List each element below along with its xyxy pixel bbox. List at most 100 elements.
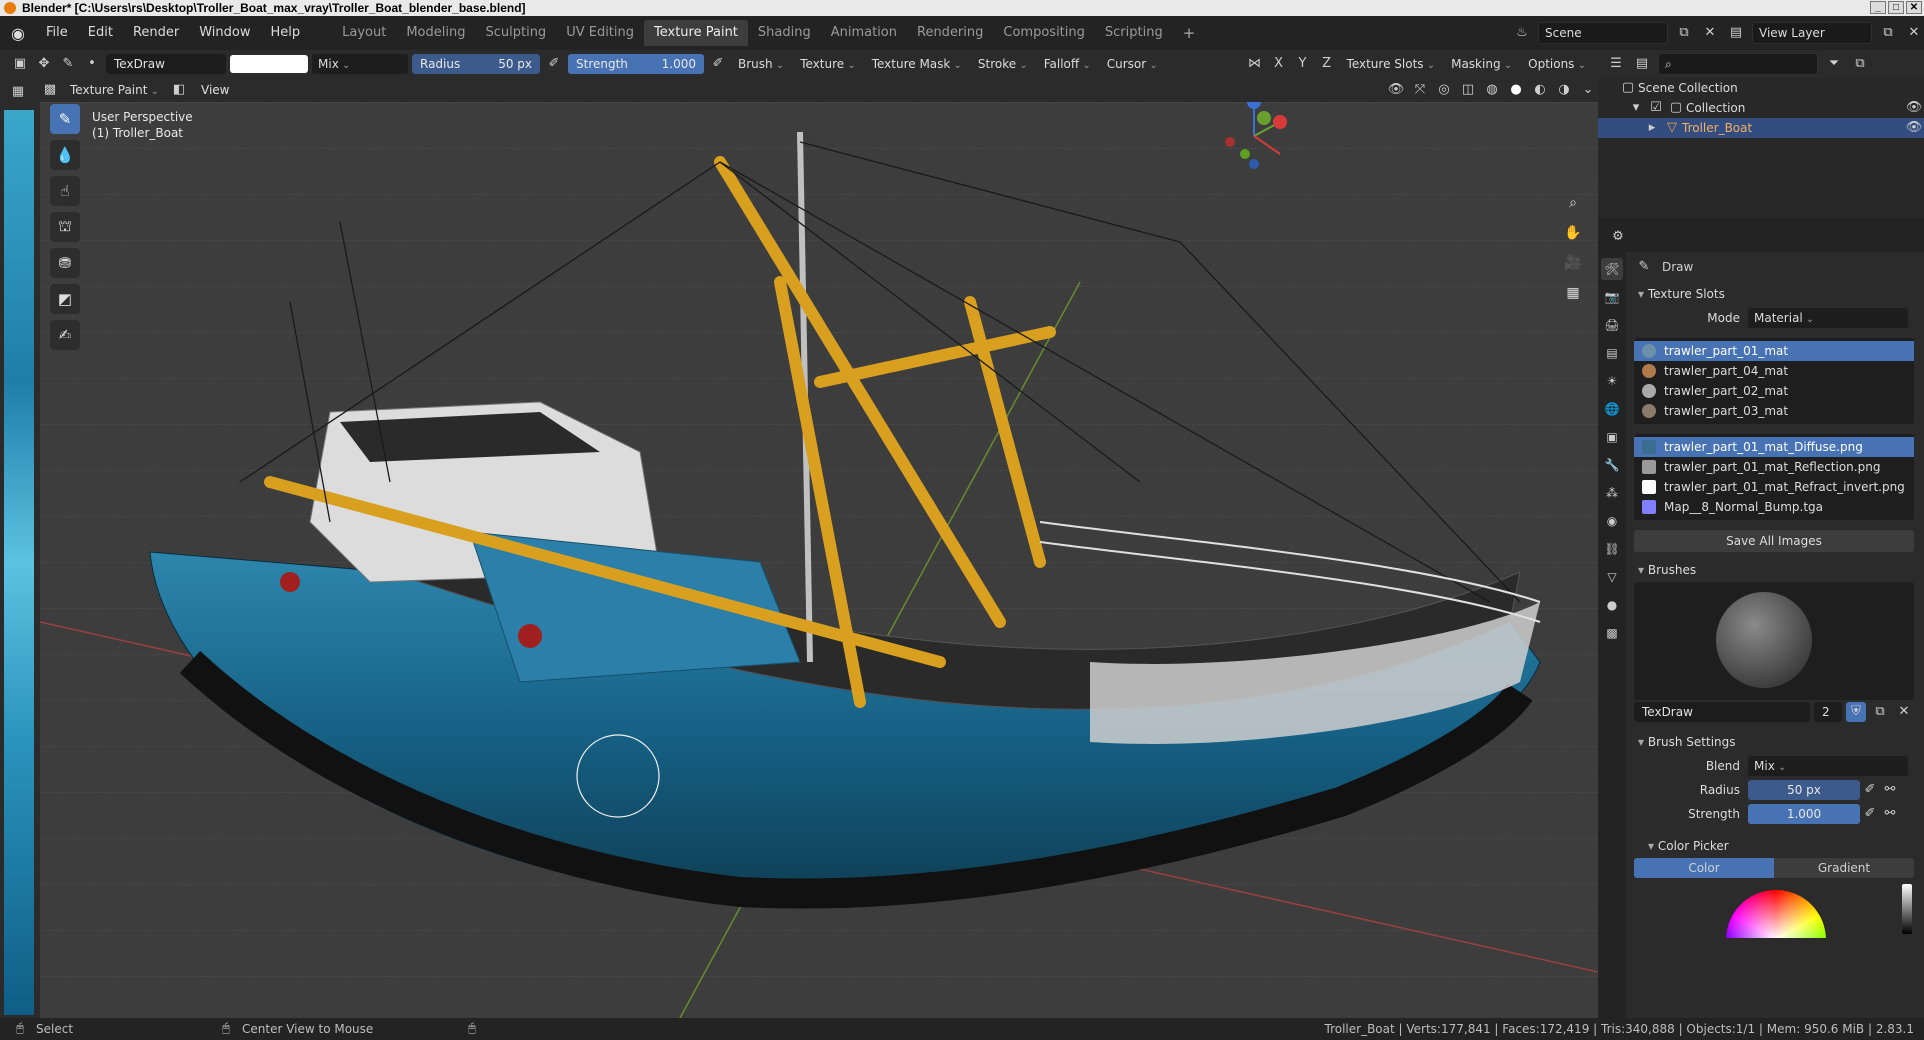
texture-tab-icon[interactable]: ▩ xyxy=(1601,622,1623,644)
3d-viewport[interactable]: User Perspective (1) Troller_Boat ⌕ ✋ 🎥 … xyxy=(40,102,1598,1018)
radius-field[interactable]: 50 px xyxy=(1748,780,1860,800)
minimize-button[interactable]: _ xyxy=(1870,1,1886,14)
image-editor-icon[interactable]: ▦ xyxy=(8,82,28,102)
material-tab-icon[interactable]: ● xyxy=(1601,594,1623,616)
menu-edit[interactable]: Edit xyxy=(78,16,123,50)
menu-help[interactable]: Help xyxy=(261,16,311,50)
image-slot-item[interactable]: trawler_part_01_mat_Refract_invert.png xyxy=(1634,477,1914,497)
image-slot-item[interactable]: Map__8_Normal_Bump.tga xyxy=(1634,497,1914,517)
texture-paint-mode-icon[interactable]: ▩ xyxy=(40,80,60,100)
brush-name-field[interactable]: TexDraw xyxy=(106,54,226,74)
brush-settings-section-header[interactable]: Brush Settings xyxy=(1628,730,1920,754)
render-tab-icon[interactable]: 📷 xyxy=(1601,286,1623,308)
paint-mask-icon[interactable]: ◧ xyxy=(169,80,189,100)
outliner-object-troller-boat[interactable]: ▸ ▽ Troller_Boat 👁 xyxy=(1598,118,1924,138)
maximize-button[interactable]: □ xyxy=(1888,1,1904,14)
menu-window[interactable]: Window xyxy=(189,16,260,50)
view-layer-field[interactable]: View Layer xyxy=(1752,22,1872,44)
tab-layout[interactable]: Layout xyxy=(332,20,396,46)
ortho-grid-icon[interactable]: ▦ xyxy=(1562,282,1584,304)
unlink-brush-icon[interactable]: ✕ xyxy=(1894,702,1914,722)
brush-users-count[interactable]: 2 xyxy=(1814,702,1842,722)
stroke-menu[interactable]: Stroke xyxy=(971,54,1034,74)
view-layer-icon[interactable]: ▤ xyxy=(1726,23,1746,43)
physics-tab-icon[interactable]: ◉ xyxy=(1601,510,1623,532)
image-slot-item[interactable]: trawler_part_01_mat_Reflection.png xyxy=(1634,457,1914,477)
strength-pressure-icon[interactable]: ✐ xyxy=(708,54,728,74)
mode-dropdown[interactable]: Material xyxy=(1748,308,1908,328)
mode-dropdown[interactable]: Texture Paint xyxy=(64,80,165,100)
texture-slots-menu[interactable]: Texture Slots xyxy=(1340,54,1442,74)
expand-arrow-icon[interactable]: ▾ xyxy=(1626,98,1646,118)
camera-icon[interactable]: 🎥 xyxy=(1562,252,1584,274)
tab-rendering[interactable]: Rendering xyxy=(907,20,993,46)
zoom-icon[interactable]: ⌕ xyxy=(1562,192,1584,214)
radius-pressure-icon[interactable]: ✐ xyxy=(544,54,564,74)
outliner-collection[interactable]: ▾ ☑ ▢ Collection 👁 xyxy=(1598,98,1924,118)
strength-slider[interactable]: Strength 1.000 xyxy=(568,54,704,74)
wireframe-shading-icon[interactable]: ◍ xyxy=(1482,80,1502,100)
delete-view-layer-icon[interactable]: ✕ xyxy=(1904,23,1924,43)
material-slot-item[interactable]: trawler_part_04_mat xyxy=(1634,361,1914,381)
clone-tool-icon[interactable]: ⛫ xyxy=(50,212,80,242)
new-collection-icon[interactable]: ⧉ xyxy=(1850,54,1870,74)
tab-animation[interactable]: Animation xyxy=(821,20,907,46)
scene-icon[interactable]: ♨ xyxy=(1512,23,1532,43)
annotate-tool-icon[interactable]: ✍ xyxy=(50,320,80,350)
scene-tab-icon[interactable]: ☀ xyxy=(1601,370,1623,392)
image-slot-item[interactable]: trawler_part_01_mat_Diffuse.png xyxy=(1634,437,1914,457)
tab-texture-paint[interactable]: Texture Paint xyxy=(644,20,748,46)
texture-menu[interactable]: Texture xyxy=(794,54,862,74)
blend-mode-dropdown[interactable]: Mix xyxy=(312,54,408,74)
masking-menu[interactable]: Masking xyxy=(1445,54,1519,74)
soften-tool-icon[interactable]: 💧 xyxy=(50,140,80,170)
tab-compositing[interactable]: Compositing xyxy=(993,20,1095,46)
view-layer-tab-icon[interactable]: ▤ xyxy=(1601,342,1623,364)
symmetry-icon[interactable]: ⋈ xyxy=(1245,54,1265,74)
shading-options-icon[interactable]: ⌄ xyxy=(1578,80,1598,100)
strength-field[interactable]: 1.000 xyxy=(1748,804,1860,824)
tab-uv-editing[interactable]: UV Editing xyxy=(556,20,644,46)
outliner-search-input[interactable]: ⌕ xyxy=(1658,53,1818,75)
fill-tool-icon[interactable]: ⛃ xyxy=(50,248,80,278)
scene-name-field[interactable]: Scene xyxy=(1538,22,1668,44)
draw-tool-icon[interactable]: ✎ xyxy=(50,104,80,134)
outliner-scene-collection[interactable]: ▢ Scene Collection xyxy=(1598,78,1924,98)
brush-menu[interactable]: Brush xyxy=(732,54,791,74)
strength-pressure-icon[interactable]: ✐ xyxy=(1860,804,1880,824)
menu-render[interactable]: Render xyxy=(123,16,189,50)
save-all-images-button[interactable]: Save All Images xyxy=(1634,530,1914,552)
smear-tool-icon[interactable]: ☝ xyxy=(50,176,80,206)
xray-icon[interactable]: ◫ xyxy=(1458,80,1478,100)
material-slot-item[interactable]: trawler_part_01_mat xyxy=(1634,341,1914,361)
overlays-icon[interactable]: ◎ xyxy=(1434,80,1454,100)
brush-color-swatch[interactable] xyxy=(230,55,308,73)
mask-tool-icon[interactable]: ◩ xyxy=(50,284,80,314)
tab-sculpting[interactable]: Sculpting xyxy=(475,20,556,46)
texture-slots-section-header[interactable]: Texture Slots xyxy=(1628,282,1920,306)
color-picker-section-header[interactable]: Color Picker xyxy=(1628,834,1920,858)
tool-icon[interactable]: ✥ xyxy=(34,54,54,74)
radius-unit-icon[interactable]: ⚯ xyxy=(1880,780,1900,800)
particles-tab-icon[interactable]: ⁂ xyxy=(1601,482,1623,504)
tab-scripting[interactable]: Scripting xyxy=(1095,20,1173,46)
world-tab-icon[interactable]: 🌐 xyxy=(1601,398,1623,420)
pan-hand-icon[interactable]: ✋ xyxy=(1562,222,1584,244)
duplicate-brush-icon[interactable]: ⧉ xyxy=(1870,702,1890,722)
filter-icon[interactable]: ⏷ xyxy=(1824,54,1844,74)
tab-modeling[interactable]: Modeling xyxy=(396,20,475,46)
axis-x-toggle[interactable]: X xyxy=(1269,54,1289,74)
material-slot-item[interactable]: trawler_part_03_mat xyxy=(1634,401,1914,421)
brush-preview[interactable] xyxy=(1634,582,1914,700)
new-view-layer-icon[interactable]: ⧉ xyxy=(1878,23,1898,43)
data-tab-icon[interactable]: ▽ xyxy=(1601,566,1623,588)
brushes-section-header[interactable]: Brushes xyxy=(1628,558,1920,582)
tab-gradient[interactable]: Gradient xyxy=(1774,858,1914,878)
material-slot-item[interactable]: trawler_part_02_mat xyxy=(1634,381,1914,401)
close-button[interactable]: ✕ xyxy=(1906,1,1922,14)
brush-name-field[interactable]: TexDraw xyxy=(1634,702,1810,722)
value-slider[interactable] xyxy=(1902,884,1912,934)
eye-icon[interactable]: 👁 xyxy=(1904,98,1924,118)
object-tab-icon[interactable]: ▣ xyxy=(1601,426,1623,448)
texture-mask-menu[interactable]: Texture Mask xyxy=(865,54,968,74)
